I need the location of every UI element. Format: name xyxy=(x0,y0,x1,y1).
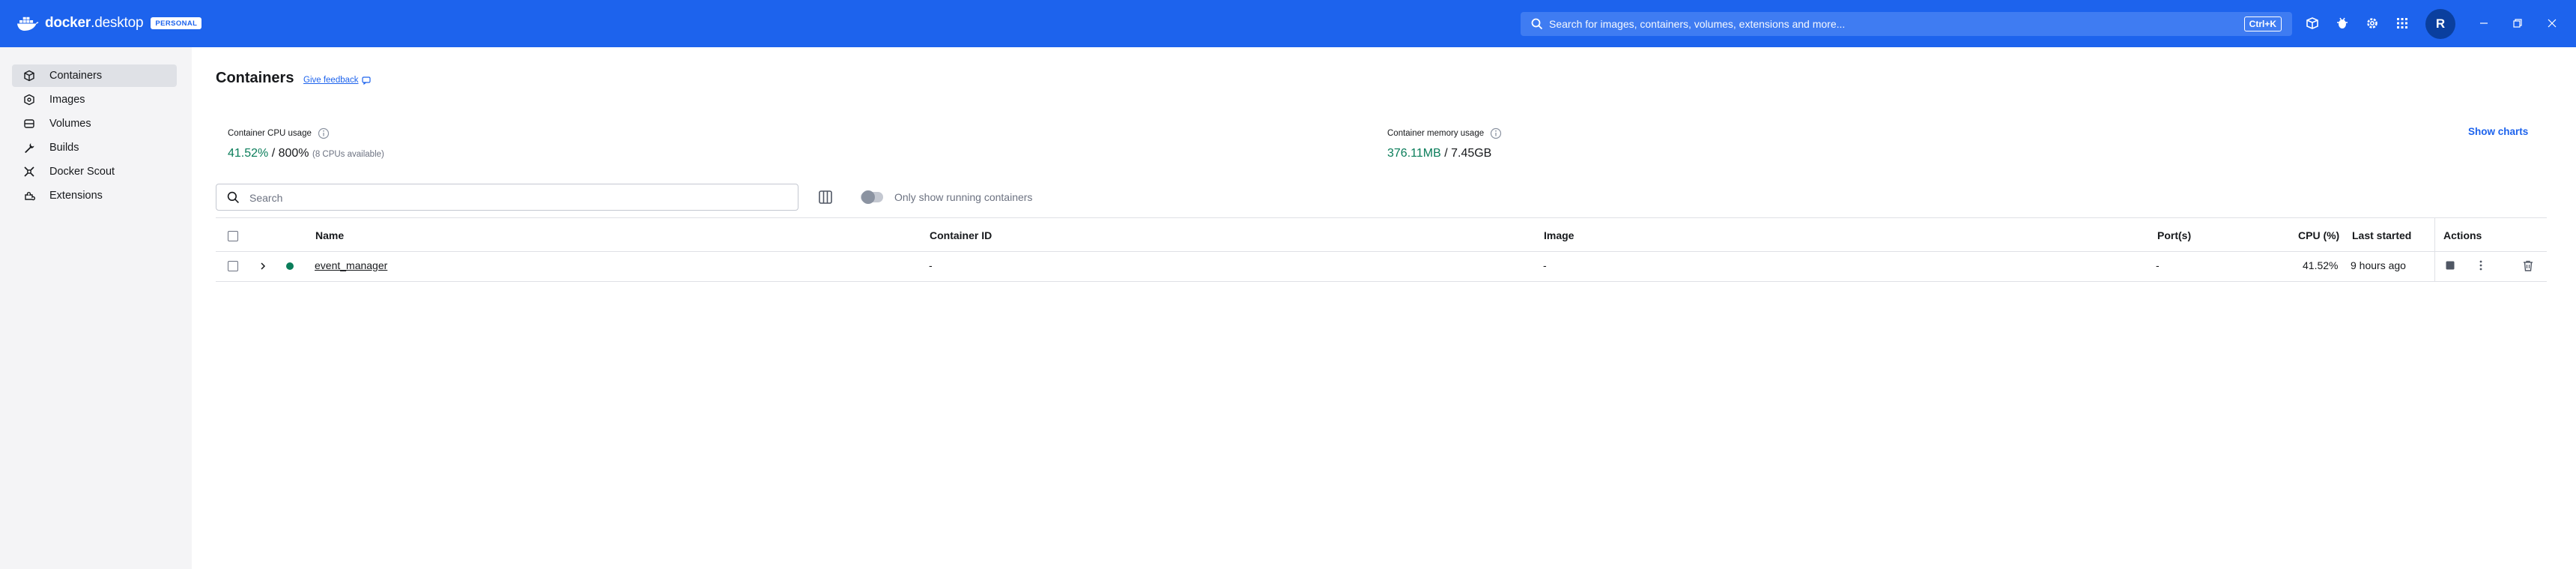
memory-usage-label: Container memory usage xyxy=(1387,127,1502,139)
sidebar-item-images[interactable]: Images xyxy=(12,88,177,111)
cpu-count-note: (8 CPUs available) xyxy=(312,150,384,159)
stop-icon[interactable] xyxy=(2443,259,2457,272)
avatar[interactable]: R xyxy=(2425,9,2455,39)
column-header-name[interactable]: Name xyxy=(315,229,344,241)
show-charts-button[interactable]: Show charts xyxy=(2468,126,2528,137)
select-all-checkbox[interactable] xyxy=(228,231,238,241)
docker-whale-icon xyxy=(17,16,39,31)
chevron-right-icon[interactable] xyxy=(258,262,267,271)
sidebar-item-label: Extensions xyxy=(49,190,103,202)
give-feedback-label: Give feedback xyxy=(303,76,359,85)
memory-usage-total: 7.45GB xyxy=(1451,147,1492,160)
cpu-usage-total: 800% xyxy=(278,147,309,160)
plan-badge: PERSONAL xyxy=(151,17,202,29)
table-row-divider xyxy=(216,281,2547,282)
sidebar-item-label: Containers xyxy=(49,70,103,82)
extensions-icon xyxy=(22,189,36,202)
memory-usage-value: 376.11MB / 7.45GB xyxy=(1387,147,1491,160)
sidebar-item-label: Builds xyxy=(49,142,79,154)
cpu-usage-value: 41.52% / 800% (8 CPUs available) xyxy=(228,147,384,160)
give-feedback-link[interactable]: Give feedback xyxy=(303,76,371,85)
column-header-ports[interactable]: Port(s) xyxy=(2157,229,2191,241)
cpu-usage-current: 41.52% xyxy=(228,147,269,160)
columns-toggle-icon[interactable] xyxy=(816,188,834,206)
sidebar-item-extensions[interactable]: Extensions xyxy=(12,184,177,207)
column-header-image[interactable]: Image xyxy=(1544,229,1574,241)
table-header-divider xyxy=(216,251,2547,252)
cpu-usage-label-text: Container CPU usage xyxy=(228,129,312,138)
minimize-icon[interactable] xyxy=(2476,15,2492,31)
logo-text: docker.desktop xyxy=(45,15,144,31)
container-name-link[interactable]: event_manager xyxy=(315,259,387,271)
search-placeholder: Search xyxy=(249,192,283,204)
memory-usage-label-text: Container memory usage xyxy=(1387,129,1485,138)
delete-trash-icon[interactable] xyxy=(2521,259,2535,272)
learning-center-icon[interactable] xyxy=(2304,15,2321,31)
sidebar-item-containers[interactable]: Containers xyxy=(12,64,177,87)
last-started-cell: 9 hours ago xyxy=(2351,259,2406,271)
sidebar-item-label: Images xyxy=(49,94,85,106)
row-checkbox[interactable] xyxy=(228,261,238,271)
column-header-actions: Actions xyxy=(2443,229,2482,241)
close-icon[interactable] xyxy=(2544,15,2560,31)
images-icon xyxy=(22,93,36,106)
cpu-cell: 41.52% xyxy=(2303,259,2339,271)
bug-report-icon[interactable] xyxy=(2334,15,2351,31)
info-icon[interactable] xyxy=(318,127,330,139)
sidebar: Containers Images Volumes Builds Docker … xyxy=(0,47,192,569)
container-id-cell: - xyxy=(929,259,933,271)
running-status-dot xyxy=(286,262,294,270)
sidebar-item-volumes[interactable]: Volumes xyxy=(12,112,177,135)
running-only-toggle[interactable] xyxy=(861,190,883,204)
restore-icon[interactable] xyxy=(2509,15,2526,31)
search-icon xyxy=(227,191,239,203)
docker-desktop-logo: docker.desktop PERSONAL xyxy=(16,13,202,34)
sidebar-item-label: Docker Scout xyxy=(49,166,115,178)
table-top-divider xyxy=(216,217,2547,218)
sidebar-item-docker-scout[interactable]: Docker Scout xyxy=(12,160,177,183)
memory-usage-separator: / xyxy=(1440,147,1452,160)
image-cell: - xyxy=(1543,259,1547,271)
apps-grid-icon[interactable] xyxy=(2394,15,2410,31)
settings-gear-icon[interactable] xyxy=(2364,15,2380,31)
info-icon[interactable] xyxy=(1490,127,1502,139)
volumes-icon xyxy=(22,117,36,130)
search-icon xyxy=(1531,18,1543,30)
toggle-knob xyxy=(861,190,875,204)
cpu-usage-label: Container CPU usage xyxy=(228,127,330,139)
builds-wrench-icon xyxy=(22,141,36,154)
memory-usage-current: 376.11MB xyxy=(1387,147,1441,160)
page-title: Containers xyxy=(216,70,294,86)
sidebar-item-builds[interactable]: Builds xyxy=(12,136,177,159)
column-header-last-started[interactable]: Last started xyxy=(2352,229,2411,241)
cpu-usage-separator: / xyxy=(268,147,279,160)
title-bar: docker.desktop PERSONAL Search for image… xyxy=(0,0,2576,47)
more-options-icon[interactable] xyxy=(2474,259,2488,272)
search-shortcut-badge: Ctrl+K xyxy=(2243,16,2282,31)
global-search-placeholder: Search for images, containers, volumes, … xyxy=(1549,18,1846,30)
column-header-container-id[interactable]: Container ID xyxy=(930,229,992,241)
running-only-toggle-label: Only show running containers xyxy=(894,191,1033,203)
sidebar-item-label: Volumes xyxy=(49,118,91,130)
feedback-icon xyxy=(361,76,371,85)
actions-column-divider xyxy=(2434,217,2435,282)
column-header-cpu[interactable]: CPU (%) xyxy=(2298,229,2339,241)
container-search-input[interactable]: Search xyxy=(216,184,798,211)
ports-cell: - xyxy=(2156,259,2160,271)
containers-icon xyxy=(22,69,36,82)
global-search-bar[interactable]: Search for images, containers, volumes, … xyxy=(1521,12,2292,36)
scout-icon xyxy=(22,165,36,178)
